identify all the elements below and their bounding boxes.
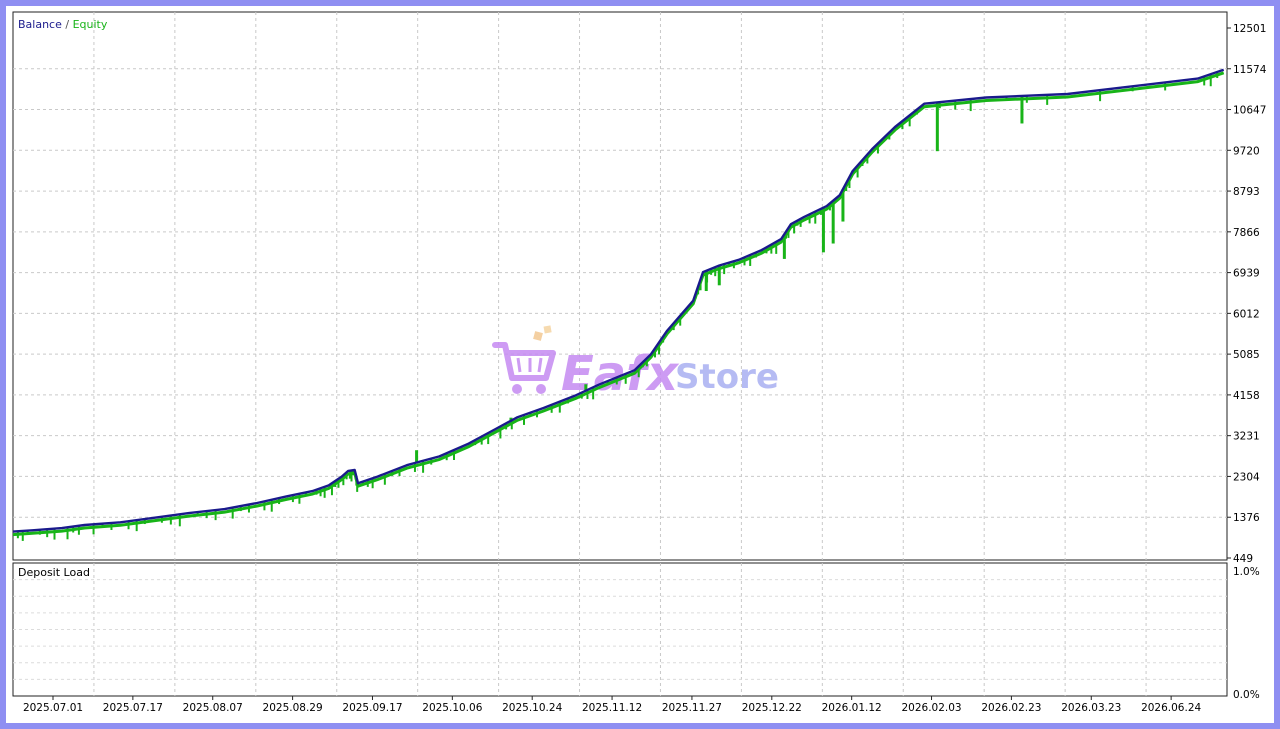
sub-y-tick-label: 0.0% xyxy=(1233,689,1260,701)
sub-y-axis-labels: 1.0% 0.0% xyxy=(1233,566,1260,701)
y-tick-label: 10647 xyxy=(1233,105,1266,117)
y-tick-label: 5085 xyxy=(1233,349,1260,361)
y-tick-label: 11574 xyxy=(1233,64,1267,76)
x-tick-label: 2025.07.17 xyxy=(103,702,163,714)
x-tick-label: 2025.08.07 xyxy=(183,702,243,714)
y-tick-label: 8793 xyxy=(1233,186,1260,198)
y-tick-label: 6012 xyxy=(1233,308,1260,320)
x-tick-label: 2025.10.06 xyxy=(422,702,482,714)
y-tick-label: 6939 xyxy=(1233,268,1260,280)
x-tick-label: 2026.06.24 xyxy=(1141,702,1201,714)
x-tick-label: 2025.07.01 xyxy=(23,702,83,714)
legend: Balance / Equity xyxy=(18,18,108,31)
y-tick-label: 1376 xyxy=(1233,512,1260,524)
y-axis-labels: 12501 11574 10647 9720 8793 7866 6939 6012 5085 4… xyxy=(1227,23,1267,565)
x-tick-label: 2025.11.27 xyxy=(662,702,722,714)
balance-equity-chart: 12501 11574 10647 9720 8793 7866 6939 6012 5085 4… xyxy=(12,11,1267,714)
y-tick-label: 9720 xyxy=(1233,145,1260,157)
legend-balance: Balance xyxy=(18,18,62,31)
chart-frame: 12501 11574 10647 9720 8793 7866 6939 6012 5085 4… xyxy=(6,6,1274,723)
x-tick-label: 2026.02.03 xyxy=(901,702,961,714)
x-tick-label: 2025.08.29 xyxy=(263,702,323,714)
deposit-load-title: Deposit Load xyxy=(18,566,90,579)
y-tick-label: 12501 xyxy=(1233,23,1266,35)
y-tick-label: 2304 xyxy=(1233,471,1260,483)
watermark-store-text: Store xyxy=(675,357,779,397)
legend-equity: Equity xyxy=(73,18,108,31)
legend-separator: / xyxy=(65,18,72,31)
x-tick-label: 2026.02.23 xyxy=(981,702,1041,714)
x-axis-labels: 2025.07.01 2025.07.17 2025.08.07 2025.08.29… xyxy=(23,696,1202,714)
y-tick-label: 4158 xyxy=(1233,390,1260,402)
x-tick-label: 2026.03.23 xyxy=(1061,702,1121,714)
x-tick-label: 2025.12.22 xyxy=(742,702,802,714)
y-tick-label: 3231 xyxy=(1233,431,1260,443)
x-tick-label: 2025.11.12 xyxy=(582,702,642,714)
x-tick-label: 2025.10.24 xyxy=(502,702,562,714)
x-tick-label: 2025.09.17 xyxy=(342,702,402,714)
y-tick-label: 7866 xyxy=(1233,227,1260,239)
x-tick-label: 2026.01.12 xyxy=(822,702,882,714)
sub-y-tick-label: 1.0% xyxy=(1233,566,1260,578)
y-tick-label: 449 xyxy=(1233,553,1253,565)
